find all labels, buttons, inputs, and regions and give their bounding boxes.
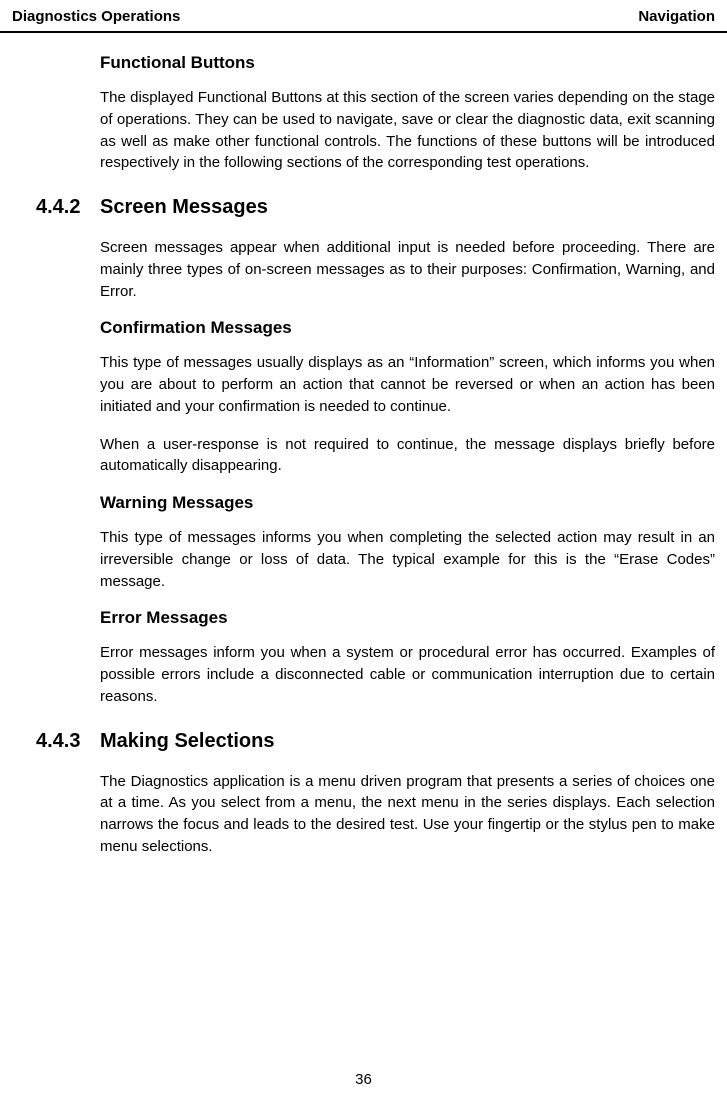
section-number: 4.4.3 xyxy=(36,730,82,753)
header-left: Diagnostics Operations xyxy=(12,8,180,25)
confirmation-p1: This type of messages usually displays a… xyxy=(100,352,715,417)
section-title: Making Selections xyxy=(100,730,275,753)
confirmation-heading: Confirmation Messages xyxy=(100,318,715,338)
functional-buttons-heading: Functional Buttons xyxy=(100,53,715,73)
making-selections-body: The Diagnostics application is a menu dr… xyxy=(100,771,715,858)
page-header: Diagnostics Operations Navigation xyxy=(0,0,727,33)
error-body: Error messages inform you when a system … xyxy=(100,642,715,707)
making-selections-heading: 4.4.3 Making Selections xyxy=(36,730,715,753)
screen-messages-intro: Screen messages appear when additional i… xyxy=(100,237,715,302)
warning-body: This type of messages informs you when c… xyxy=(100,527,715,592)
error-heading: Error Messages xyxy=(100,608,715,628)
page-number: 36 xyxy=(0,1071,727,1088)
section-title: Screen Messages xyxy=(100,196,268,219)
page-content: Functional Buttons The displayed Functio… xyxy=(0,33,727,858)
screen-messages-heading: 4.4.2 Screen Messages xyxy=(36,196,715,219)
header-right: Navigation xyxy=(638,8,715,25)
functional-buttons-body: The displayed Functional Buttons at this… xyxy=(100,87,715,174)
warning-heading: Warning Messages xyxy=(100,493,715,513)
section-number: 4.4.2 xyxy=(36,196,82,219)
confirmation-p2: When a user-response is not required to … xyxy=(100,434,715,478)
